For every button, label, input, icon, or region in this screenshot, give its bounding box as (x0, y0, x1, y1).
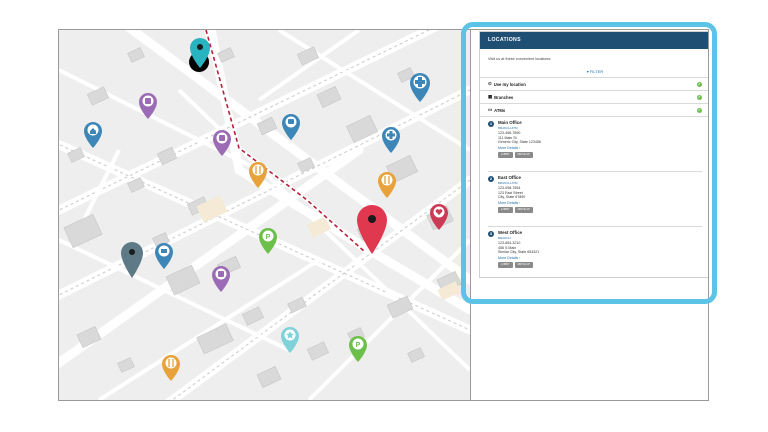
accordion-label: Use my location (493, 81, 526, 87)
building-icon: ▦ (488, 94, 493, 99)
svg-text:P: P (266, 234, 271, 241)
location-item[interactable]: 3 West Office BRANCH 123-654-3210 456 S … (488, 227, 702, 281)
more-details-link[interactable]: More Details › (498, 145, 541, 151)
location-item[interactable]: 1 Main Office BRANCH ATM 123-456-7890 11… (488, 117, 702, 172)
location-item[interactable]: 2 East Office BRANCH ATM 123-098-7654 12… (488, 172, 702, 227)
location-target-icon: ⊙ (488, 81, 492, 86)
location-number-badge: 1 (488, 121, 494, 127)
accordion-label: Branches (494, 94, 514, 100)
atm-card-icon: ▭ (488, 107, 493, 112)
pin-teal-selected-icon[interactable] (189, 38, 210, 72)
lobby-button[interactable]: LOBBY (498, 261, 513, 268)
check-icon: ✓ (697, 94, 702, 100)
filter-button[interactable]: ▾ FILTER (480, 67, 708, 77)
locations-card: LOCATIONS Visit us at these convenient l… (479, 31, 708, 281)
check-icon: ✓ (697, 107, 702, 113)
map-window: P P LOCATIONS Visit us at these convenie… (58, 29, 709, 401)
map-view[interactable]: P P (59, 30, 470, 400)
map-canvas[interactable]: P P (59, 30, 470, 400)
accordion-atms[interactable]: ▭ ATMs ✓ (480, 103, 708, 116)
location-number-badge: 3 (488, 231, 494, 237)
drive-up-button[interactable]: DRIVE UP (514, 206, 533, 213)
lobby-button[interactable]: LOBBY (498, 151, 513, 158)
accordion-branches[interactable]: ▦ Branches ✓ (480, 90, 708, 103)
svg-text:P: P (356, 342, 361, 349)
accordion-label: ATMs (494, 107, 506, 113)
check-icon: ✓ (697, 81, 702, 87)
panel-intro: Visit us at these convenient locations: (488, 57, 552, 61)
drive-up-button[interactable]: DRIVE UP (514, 261, 533, 268)
accordion-use-my-location[interactable]: ⊙ Use my location ✓ (480, 77, 708, 90)
more-details-link[interactable]: More Details › (498, 200, 533, 206)
more-details-link[interactable]: More Details › (498, 255, 539, 261)
panel-title: LOCATIONS (480, 32, 708, 49)
location-number-badge: 2 (488, 176, 494, 182)
lobby-button[interactable]: LOBBY (498, 206, 513, 213)
locations-panel: LOCATIONS Visit us at these convenient l… (470, 30, 708, 400)
location-list: 1 Main Office BRANCH ATM 123-456-7890 11… (480, 116, 708, 281)
drive-up-button[interactable]: DRIVE UP (514, 151, 533, 158)
